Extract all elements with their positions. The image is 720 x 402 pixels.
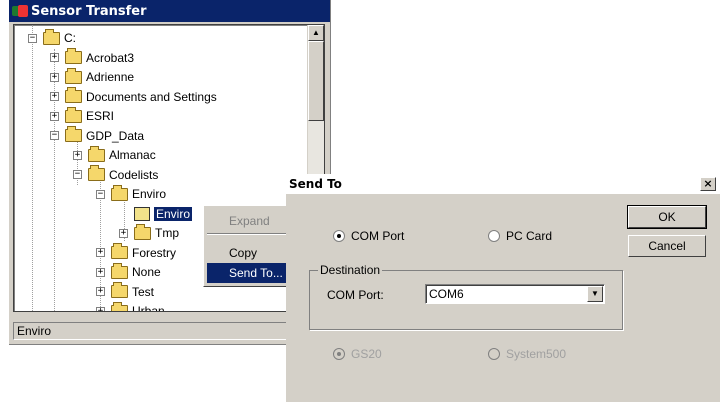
folder-icon bbox=[43, 28, 60, 45]
send-to-titlebar[interactable]: Send To × bbox=[286, 174, 720, 194]
tree-item-label: Tmp bbox=[155, 226, 179, 240]
radio-com-port-dot[interactable] bbox=[333, 230, 345, 242]
tree-item-label: Codelists bbox=[109, 167, 159, 182]
radio-system500[interactable]: System500 bbox=[488, 347, 566, 361]
scroll-up-button[interactable]: ▲ bbox=[308, 25, 324, 41]
radio-pc-card-dot[interactable] bbox=[488, 230, 500, 242]
tree-item[interactable]: − C: bbox=[28, 28, 76, 47]
radio-pc-card-label: PC Card bbox=[506, 229, 553, 243]
tree-item-label: ESRI bbox=[86, 109, 115, 123]
destination-label: Destination bbox=[318, 263, 383, 277]
tree-item[interactable]: + Almanac bbox=[73, 145, 156, 164]
sensor-transfer-titlebar[interactable]: Sensor Transfer bbox=[9, 0, 330, 22]
menu-item-copy[interactable]: Copy bbox=[207, 243, 287, 263]
codelist-file-icon bbox=[134, 206, 150, 221]
send-to-dialog: Send To × OK Cancel COM Port PC Card Des… bbox=[286, 174, 720, 402]
radio-system500-label: System500 bbox=[506, 347, 567, 361]
folder-icon bbox=[111, 282, 128, 298]
radio-system500-dot[interactable] bbox=[488, 348, 500, 360]
tree-item[interactable]: + Documents and Settings bbox=[50, 87, 217, 106]
folder-icon bbox=[65, 67, 82, 84]
folder-icon bbox=[65, 106, 82, 123]
expand-icon[interactable]: + bbox=[50, 111, 59, 121]
tree-item-label: GDP_Data bbox=[86, 128, 145, 143]
expand-icon[interactable]: + bbox=[96, 248, 105, 257]
sensor-transfer-window: Sensor Transfer − C: + Acrobat3 + Adrienne + Do… bbox=[9, 0, 331, 345]
tree-item[interactable]: + Tmp bbox=[119, 223, 179, 242]
folder-icon bbox=[111, 301, 128, 311]
close-icon[interactable]: × bbox=[700, 177, 716, 191]
radio-gs20-dot[interactable] bbox=[333, 348, 345, 360]
tree-item[interactable]: − Codelists bbox=[73, 165, 159, 184]
chevron-down-icon[interactable]: ▼ bbox=[587, 286, 603, 302]
folder-icon bbox=[65, 126, 82, 142]
context-menu: Expand Copy Send To... bbox=[203, 205, 291, 287]
folder-icon bbox=[88, 165, 105, 181]
expand-icon[interactable]: + bbox=[73, 150, 82, 160]
folder-icon bbox=[65, 48, 82, 64]
radio-gs20[interactable]: GS20 bbox=[333, 347, 382, 361]
collapse-icon[interactable]: − bbox=[96, 189, 105, 199]
tree-item-label: Documents and Settings bbox=[86, 89, 217, 104]
tree-item-label: Enviro bbox=[154, 206, 193, 221]
status-bar: Enviro bbox=[13, 322, 323, 340]
tree-item[interactable]: Enviro bbox=[119, 205, 193, 223]
folder-icon bbox=[65, 87, 82, 103]
cancel-button[interactable]: Cancel bbox=[628, 235, 706, 257]
expand-icon[interactable]: + bbox=[96, 287, 105, 296]
tree-item-label: Acrobat3 bbox=[86, 50, 135, 65]
tree-item[interactable]: − Enviro bbox=[96, 184, 167, 203]
tree-item[interactable]: + ESRI bbox=[50, 106, 115, 125]
com-port-select[interactable]: COM6 ▼ bbox=[425, 284, 605, 304]
tree-item[interactable]: + Acrobat3 bbox=[50, 48, 135, 67]
dialog-title: Send To bbox=[289, 177, 342, 191]
folder-icon bbox=[111, 243, 128, 259]
tree-item-label: Enviro bbox=[132, 187, 167, 201]
radio-com-port[interactable]: COM Port bbox=[333, 229, 404, 243]
menu-separator bbox=[207, 233, 287, 235]
expand-icon[interactable]: + bbox=[50, 92, 59, 101]
tree-item-label: Urban bbox=[132, 304, 165, 312]
collapse-icon[interactable]: − bbox=[50, 131, 59, 140]
ok-button[interactable]: OK bbox=[627, 205, 707, 229]
expand-icon[interactable]: + bbox=[50, 72, 59, 82]
expand-icon[interactable]: + bbox=[96, 267, 105, 277]
expand-icon[interactable]: + bbox=[50, 53, 59, 62]
tree-item-label: Forestry bbox=[132, 245, 177, 260]
tree-item-label: None bbox=[132, 265, 161, 279]
radio-gs20-label: GS20 bbox=[351, 347, 382, 361]
folder-icon bbox=[111, 262, 128, 279]
window-title: Sensor Transfer bbox=[31, 3, 147, 19]
folder-icon bbox=[88, 145, 105, 162]
collapse-icon[interactable]: − bbox=[28, 33, 37, 43]
tree-item-label: Almanac bbox=[109, 148, 156, 162]
tree-item[interactable]: + Forestry bbox=[96, 243, 177, 262]
com-port-label: COM Port: bbox=[327, 288, 384, 302]
menu-item-send-to[interactable]: Send To... bbox=[207, 263, 287, 283]
tree-item[interactable]: + Urban bbox=[96, 301, 165, 312]
radio-pc-card[interactable]: PC Card bbox=[488, 229, 552, 243]
collapse-icon[interactable]: − bbox=[73, 170, 82, 179]
tree-item[interactable]: + Adrienne bbox=[50, 67, 135, 86]
sensor-app-icon bbox=[12, 5, 28, 17]
expand-icon[interactable]: + bbox=[119, 228, 128, 238]
tree-item[interactable]: − GDP_Data bbox=[50, 126, 145, 145]
radio-com-port-label: COM Port bbox=[351, 229, 405, 243]
tree-item-label: Test bbox=[132, 284, 155, 299]
tree-item-label: C: bbox=[64, 31, 76, 45]
scroll-thumb[interactable] bbox=[308, 41, 324, 121]
com-port-value: COM6 bbox=[429, 287, 464, 301]
menu-item-expand[interactable]: Expand bbox=[207, 211, 287, 231]
tree-item-label: Adrienne bbox=[86, 70, 135, 84]
folder-icon bbox=[111, 184, 128, 201]
tree-item[interactable]: + None bbox=[96, 262, 161, 281]
tree-item[interactable]: + Test bbox=[96, 282, 155, 301]
expand-icon[interactable]: + bbox=[96, 306, 105, 311]
folder-icon bbox=[134, 223, 151, 240]
